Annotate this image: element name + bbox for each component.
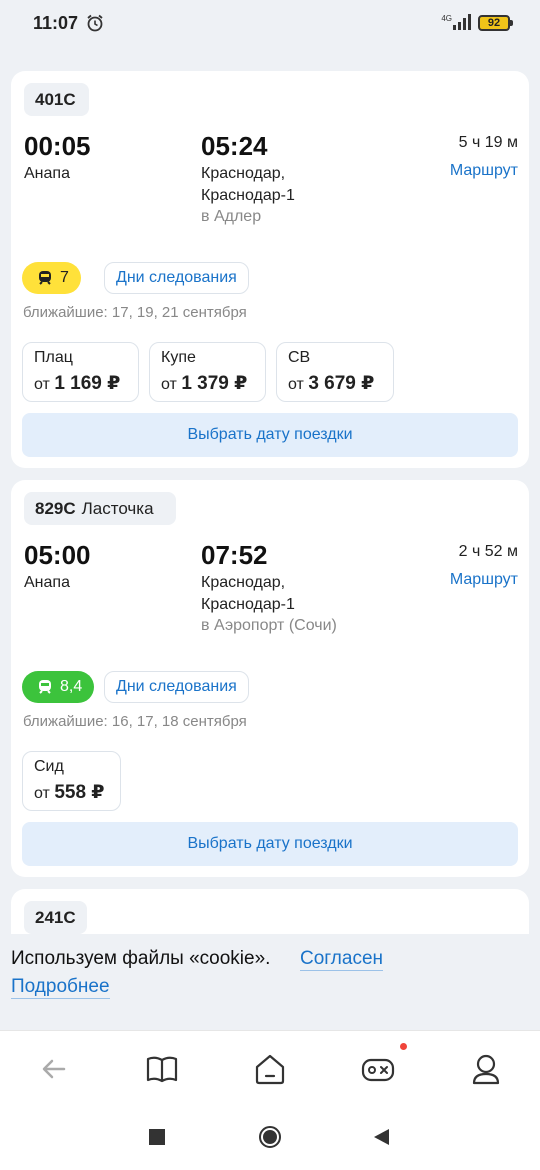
train-number-badge: 241С [24,901,87,934]
train-face-icon [39,271,51,285]
train-card[interactable]: 401С 00:05 Анапа 05:24 Краснодар, Красно… [11,71,529,468]
departure-time: 05:00 [24,540,91,570]
recent-apps-icon[interactable] [149,1129,165,1145]
train-number: 829С [35,499,76,518]
days-of-operation-button[interactable]: Дни следования [104,671,249,703]
train-card[interactable]: 241С [11,889,529,934]
price-value: от 558 ₽ [34,782,105,803]
cookie-more-link[interactable]: Подробнее [11,976,110,999]
train-number: 401С [35,90,76,109]
book-icon[interactable] [144,1051,180,1087]
departure-station: Анапа [24,574,70,591]
cookie-banner: Используем файлы «cookie». Согласен Подр… [0,934,540,1030]
car-class: Купе [161,349,196,366]
bottom-navigation [0,1030,540,1106]
back-triangle-icon[interactable] [372,1128,390,1146]
status-time: 11:07 [33,13,79,33]
back-arrow-icon[interactable] [36,1051,72,1087]
car-class: Плац [34,349,73,366]
cookie-agree-link[interactable]: Согласен [300,948,384,971]
rating-value: 8,4 [60,678,83,695]
route-link[interactable]: Маршрут [450,571,518,589]
arrival-station-city: Краснодар, [201,165,286,182]
train-name: Ласточка [81,499,154,518]
price-value: от 1 169 ₽ [34,373,121,394]
cookie-text: Используем файлы «cookie». [11,948,271,969]
train-direction: в Аэропорт (Сочи) [201,617,337,634]
system-navigation-bar [0,1106,540,1170]
price-option-sv[interactable]: СВ от 3 679 ₽ [276,342,394,402]
choose-date-button[interactable]: Выбрать дату поездки [22,822,518,866]
profile-icon[interactable] [468,1051,504,1087]
arrival-station-city: Краснодар, [201,574,286,591]
gamepad-icon[interactable] [360,1051,396,1087]
train-number-badge: 829С Ласточка [24,492,176,525]
notification-dot [400,1043,407,1050]
train-card[interactable]: 829С Ласточка 05:00 Анапа 07:52 Краснодар… [11,480,529,877]
alarm-icon [87,14,103,32]
nearest-dates: ближайшие: 16, 17, 18 сентября [23,713,247,730]
price-value: от 1 379 ₽ [161,373,248,394]
car-class: Сид [34,758,64,775]
route-link[interactable]: Маршрут [450,162,518,180]
rating-badge[interactable]: 7 [22,262,81,294]
arrival-station-name: Краснодар-1 [201,187,295,204]
price-value: от 3 679 ₽ [288,373,375,394]
rating-badge[interactable]: 8,4 [22,671,95,703]
train-face-icon [39,680,51,694]
departure-time: 00:05 [24,131,91,161]
train-direction: в Адлер [201,208,262,225]
train-number: 241С [35,908,76,927]
choose-date-button[interactable]: Выбрать дату поездки [22,413,518,457]
nearest-dates: ближайшие: 17, 19, 21 сентября [23,304,247,321]
network-type: 4G [441,14,452,23]
price-option-platskart[interactable]: Плац от 1 169 ₽ [22,342,139,402]
car-class: СВ [288,349,311,366]
arrival-time: 05:24 [201,131,268,161]
trip-duration: 2 ч 52 м [458,543,518,560]
battery-icon: 92 [478,15,513,31]
home-icon[interactable] [252,1051,288,1087]
rating-value: 7 [60,269,69,286]
departure-station: Анапа [24,165,70,182]
arrival-station-name: Краснодар-1 [201,596,295,613]
battery-level: 92 [487,17,501,29]
home-circle-icon[interactable] [258,1125,282,1149]
signal-icon [453,14,471,30]
trip-duration: 5 ч 19 м [458,134,518,151]
days-of-operation-button[interactable]: Дни следования [104,262,249,294]
arrival-time: 07:52 [201,540,268,570]
price-option-kupe[interactable]: Купе от 1 379 ₽ [149,342,266,402]
train-number-badge: 401С [24,83,89,116]
status-bar: 11:07 4G 92 [0,0,540,44]
train-list[interactable]: 401С 00:05 Анапа 05:24 Краснодар, Красно… [0,44,540,934]
price-option-sid[interactable]: Сид от 558 ₽ [22,751,121,811]
